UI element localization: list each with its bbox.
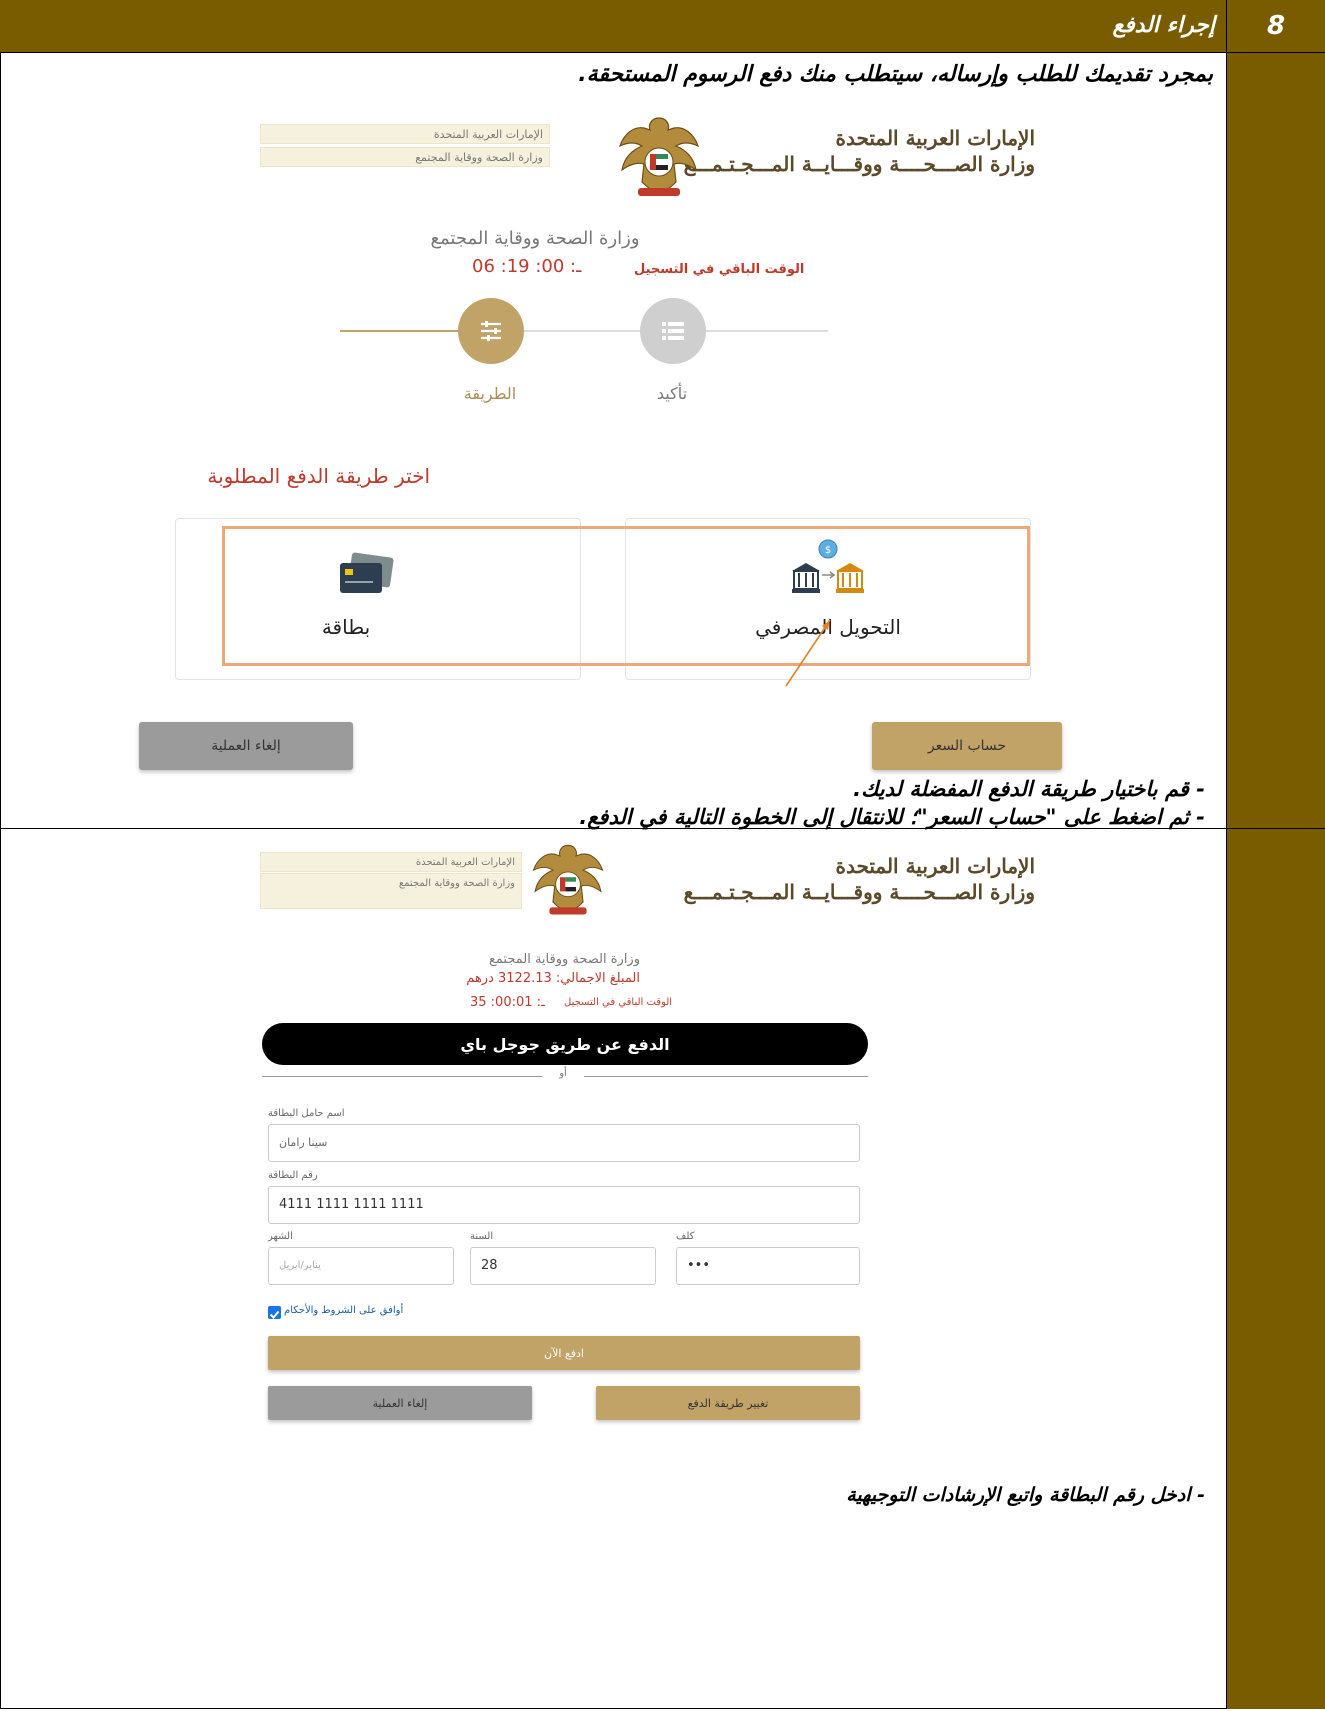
pay-now-button[interactable]: ادفع الآن	[268, 1336, 860, 1370]
cardnumber-input[interactable]: 4111 1111 1111 1111	[268, 1186, 860, 1224]
cardnumber-label: رقم البطاقة	[268, 1170, 318, 1181]
cancel-button[interactable]: إلغاء العملية	[139, 722, 353, 770]
timer-label: الوقت الباقي في التسجيل	[634, 262, 805, 277]
list-icon	[662, 322, 684, 340]
header-field-2: وزارة الصحة ووقاية المجتمع	[260, 147, 550, 167]
intro-text: بمجرد تقديمك للطلب وإرساله، سيتطلب منك د…	[578, 62, 1213, 87]
calculate-price-button[interactable]: حساب السعر	[872, 722, 1062, 770]
step-confirm[interactable]	[640, 298, 706, 364]
total-amount: المبلغ الاجمالي: 3122.13 درهم	[466, 971, 640, 986]
gov-title-line2-2: وزارة الصـــحــــة ووقـــايــة المـــجـت…	[683, 880, 1035, 904]
header-field-1-2: الإمارات العربية المتحدة	[260, 852, 522, 872]
step-confirm-label: تأكيد	[656, 384, 688, 403]
year-input[interactable]: 28	[470, 1247, 656, 1285]
change-method-button[interactable]: تغيير طريقة الدفع	[596, 1386, 860, 1420]
timer-value-2: 35 :00:01 :ـ	[470, 995, 545, 1010]
highlight-box	[222, 526, 1030, 666]
side-band-1	[1226, 53, 1325, 828]
terms-label: أوافق على الشروط والأحكام	[284, 1305, 404, 1316]
uae-emblem-icon	[532, 844, 604, 915]
terms-checkbox[interactable]	[268, 1306, 281, 1319]
section-header: 8 إجراء الدفع	[0, 0, 1325, 53]
divider-left	[262, 1076, 542, 1077]
gov-title-line2: وزارة الصـــحــــة ووقـــايــة المـــجـت…	[683, 152, 1035, 176]
google-pay-button[interactable]: الدفع عن طريق جوجل باي	[262, 1023, 868, 1065]
year-label: السنة	[470, 1231, 494, 1242]
choose-method-heading: اختر طريقة الدفع المطلوبة	[207, 464, 430, 488]
timer-label-2: الوقت الباقي في التسجيل	[564, 997, 673, 1008]
header-field-1: الإمارات العربية المتحدة	[260, 124, 550, 144]
stepper-progress	[340, 330, 460, 332]
note-step-2: - ثم اضغط على "حساب السعر"؛ للانتقال إلى…	[579, 805, 1205, 829]
note-step-3: - ادخل رقم البطاقة واتبع الإرشادات التوج…	[846, 1484, 1205, 1506]
gov-title-line1-2: الإمارات العربية المتحدة	[835, 854, 1035, 878]
month-label: الشهر	[268, 1231, 293, 1242]
cvv-label: كلف	[676, 1231, 695, 1242]
section-title: إجراء الدفع	[1112, 13, 1215, 38]
sliders-icon	[481, 321, 501, 341]
note-step-1: - قم باختيار طريقة الدفع المفضلة لديك.	[853, 777, 1205, 801]
section-number: 8	[1226, 0, 1325, 52]
document-frame	[0, 0, 1323, 1709]
divider-right	[584, 1076, 868, 1077]
ministry-name: وزارة الصحة ووقاية المجتمع	[430, 228, 640, 249]
gov-title-line1: الإمارات العربية المتحدة	[835, 126, 1035, 150]
side-band-2	[1226, 829, 1325, 1709]
or-separator: أو	[559, 1068, 567, 1079]
cancel-button-2[interactable]: إلغاء العملية	[268, 1386, 532, 1420]
ministry-name-2: وزارة الصحة ووقاية المجتمع	[488, 952, 640, 967]
header-field-2-2: وزارة الصحة ووقاية المجتمع	[260, 873, 522, 909]
pointer-arrow-icon	[785, 619, 831, 687]
cardholder-input[interactable]: سينا رامان	[268, 1124, 860, 1162]
step-method-label: الطريقة	[463, 384, 517, 403]
step-method[interactable]	[458, 298, 524, 364]
uae-emblem-icon	[618, 117, 700, 196]
cvv-input[interactable]: •••	[676, 1247, 860, 1285]
month-input[interactable]: يناير/ابريل	[268, 1247, 454, 1285]
check-icon	[269, 1310, 280, 1319]
cardholder-label: اسم حامل البطاقة	[268, 1108, 345, 1119]
timer-value: 06 :19 :00 :ـ	[472, 256, 582, 277]
